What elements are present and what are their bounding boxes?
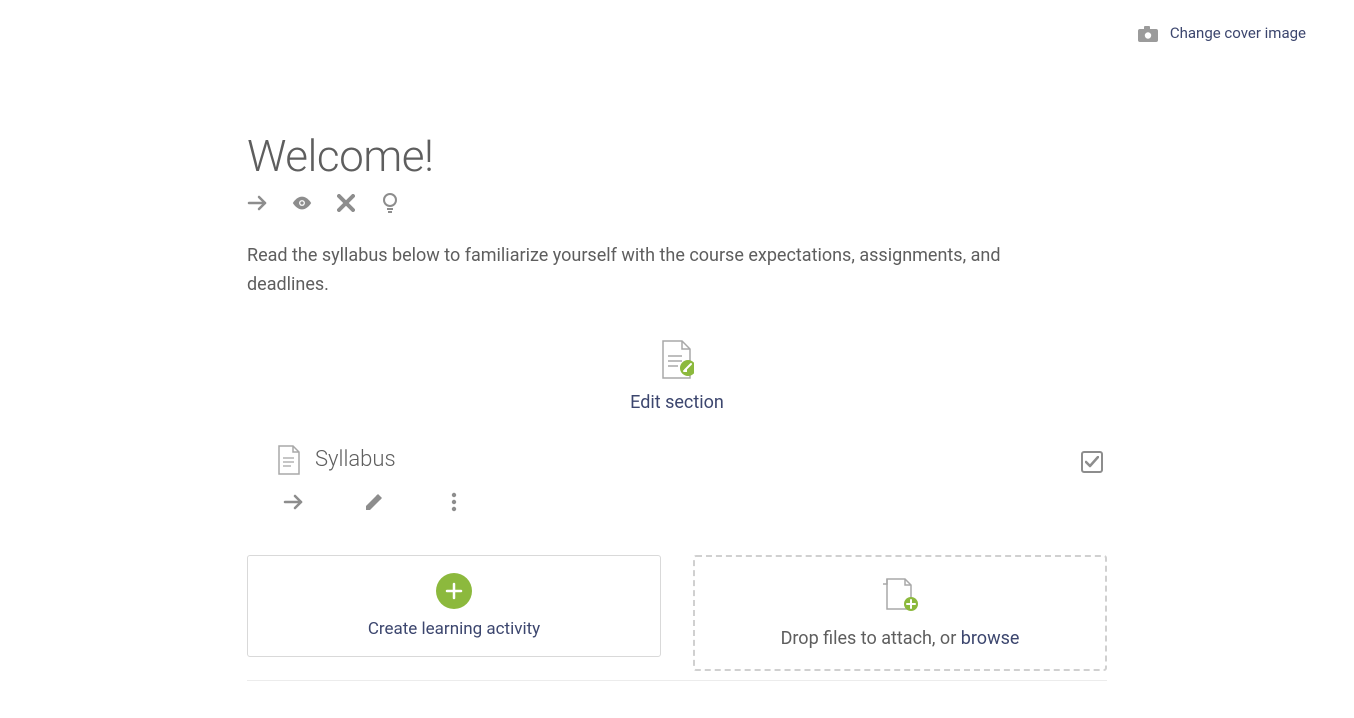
completion-checkbox[interactable] [1081, 451, 1103, 473]
section-toolbar [247, 192, 1107, 214]
pencil-edit-icon[interactable] [363, 491, 385, 513]
change-cover-button[interactable]: Change cover image [1138, 24, 1306, 42]
create-activity-card[interactable]: Create learning activity [247, 555, 661, 657]
more-vertical-icon[interactable] [443, 491, 465, 513]
activity-title-row[interactable]: Syllabus [277, 445, 1107, 475]
change-cover-label: Change cover image [1170, 24, 1306, 42]
plus-circle-icon [436, 573, 472, 609]
file-drop-label: Drop files to attach, or browse [781, 628, 1020, 649]
close-x-icon[interactable] [335, 192, 357, 214]
activity-actions [277, 491, 1107, 513]
eye-icon[interactable] [291, 192, 313, 214]
camera-icon [1138, 26, 1156, 40]
lightbulb-icon[interactable] [379, 192, 401, 214]
edit-section-label: Edit section [247, 392, 1107, 413]
edit-section-button[interactable]: Edit section [247, 340, 1107, 413]
arrow-right-icon[interactable] [283, 491, 305, 513]
divider [247, 680, 1107, 681]
activity-item: Syllabus [247, 445, 1107, 513]
file-drop-zone[interactable]: Drop files to attach, or browse [693, 555, 1107, 671]
drop-prefix-text: Drop files to attach, or [781, 628, 961, 649]
create-activity-label: Create learning activity [368, 619, 540, 639]
action-cards-row: Create learning activity Drop files to a… [247, 555, 1107, 671]
document-icon [277, 445, 301, 475]
page-title: Welcome! [247, 130, 1107, 182]
section-description: Read the syllabus below to familiarize y… [247, 242, 1037, 300]
arrow-right-icon[interactable] [247, 192, 269, 214]
document-edit-icon [660, 340, 694, 384]
file-upload-icon [881, 576, 919, 616]
activity-title: Syllabus [315, 447, 396, 472]
section-content: Welcome! [247, 130, 1107, 671]
browse-link[interactable]: browse [961, 628, 1020, 649]
